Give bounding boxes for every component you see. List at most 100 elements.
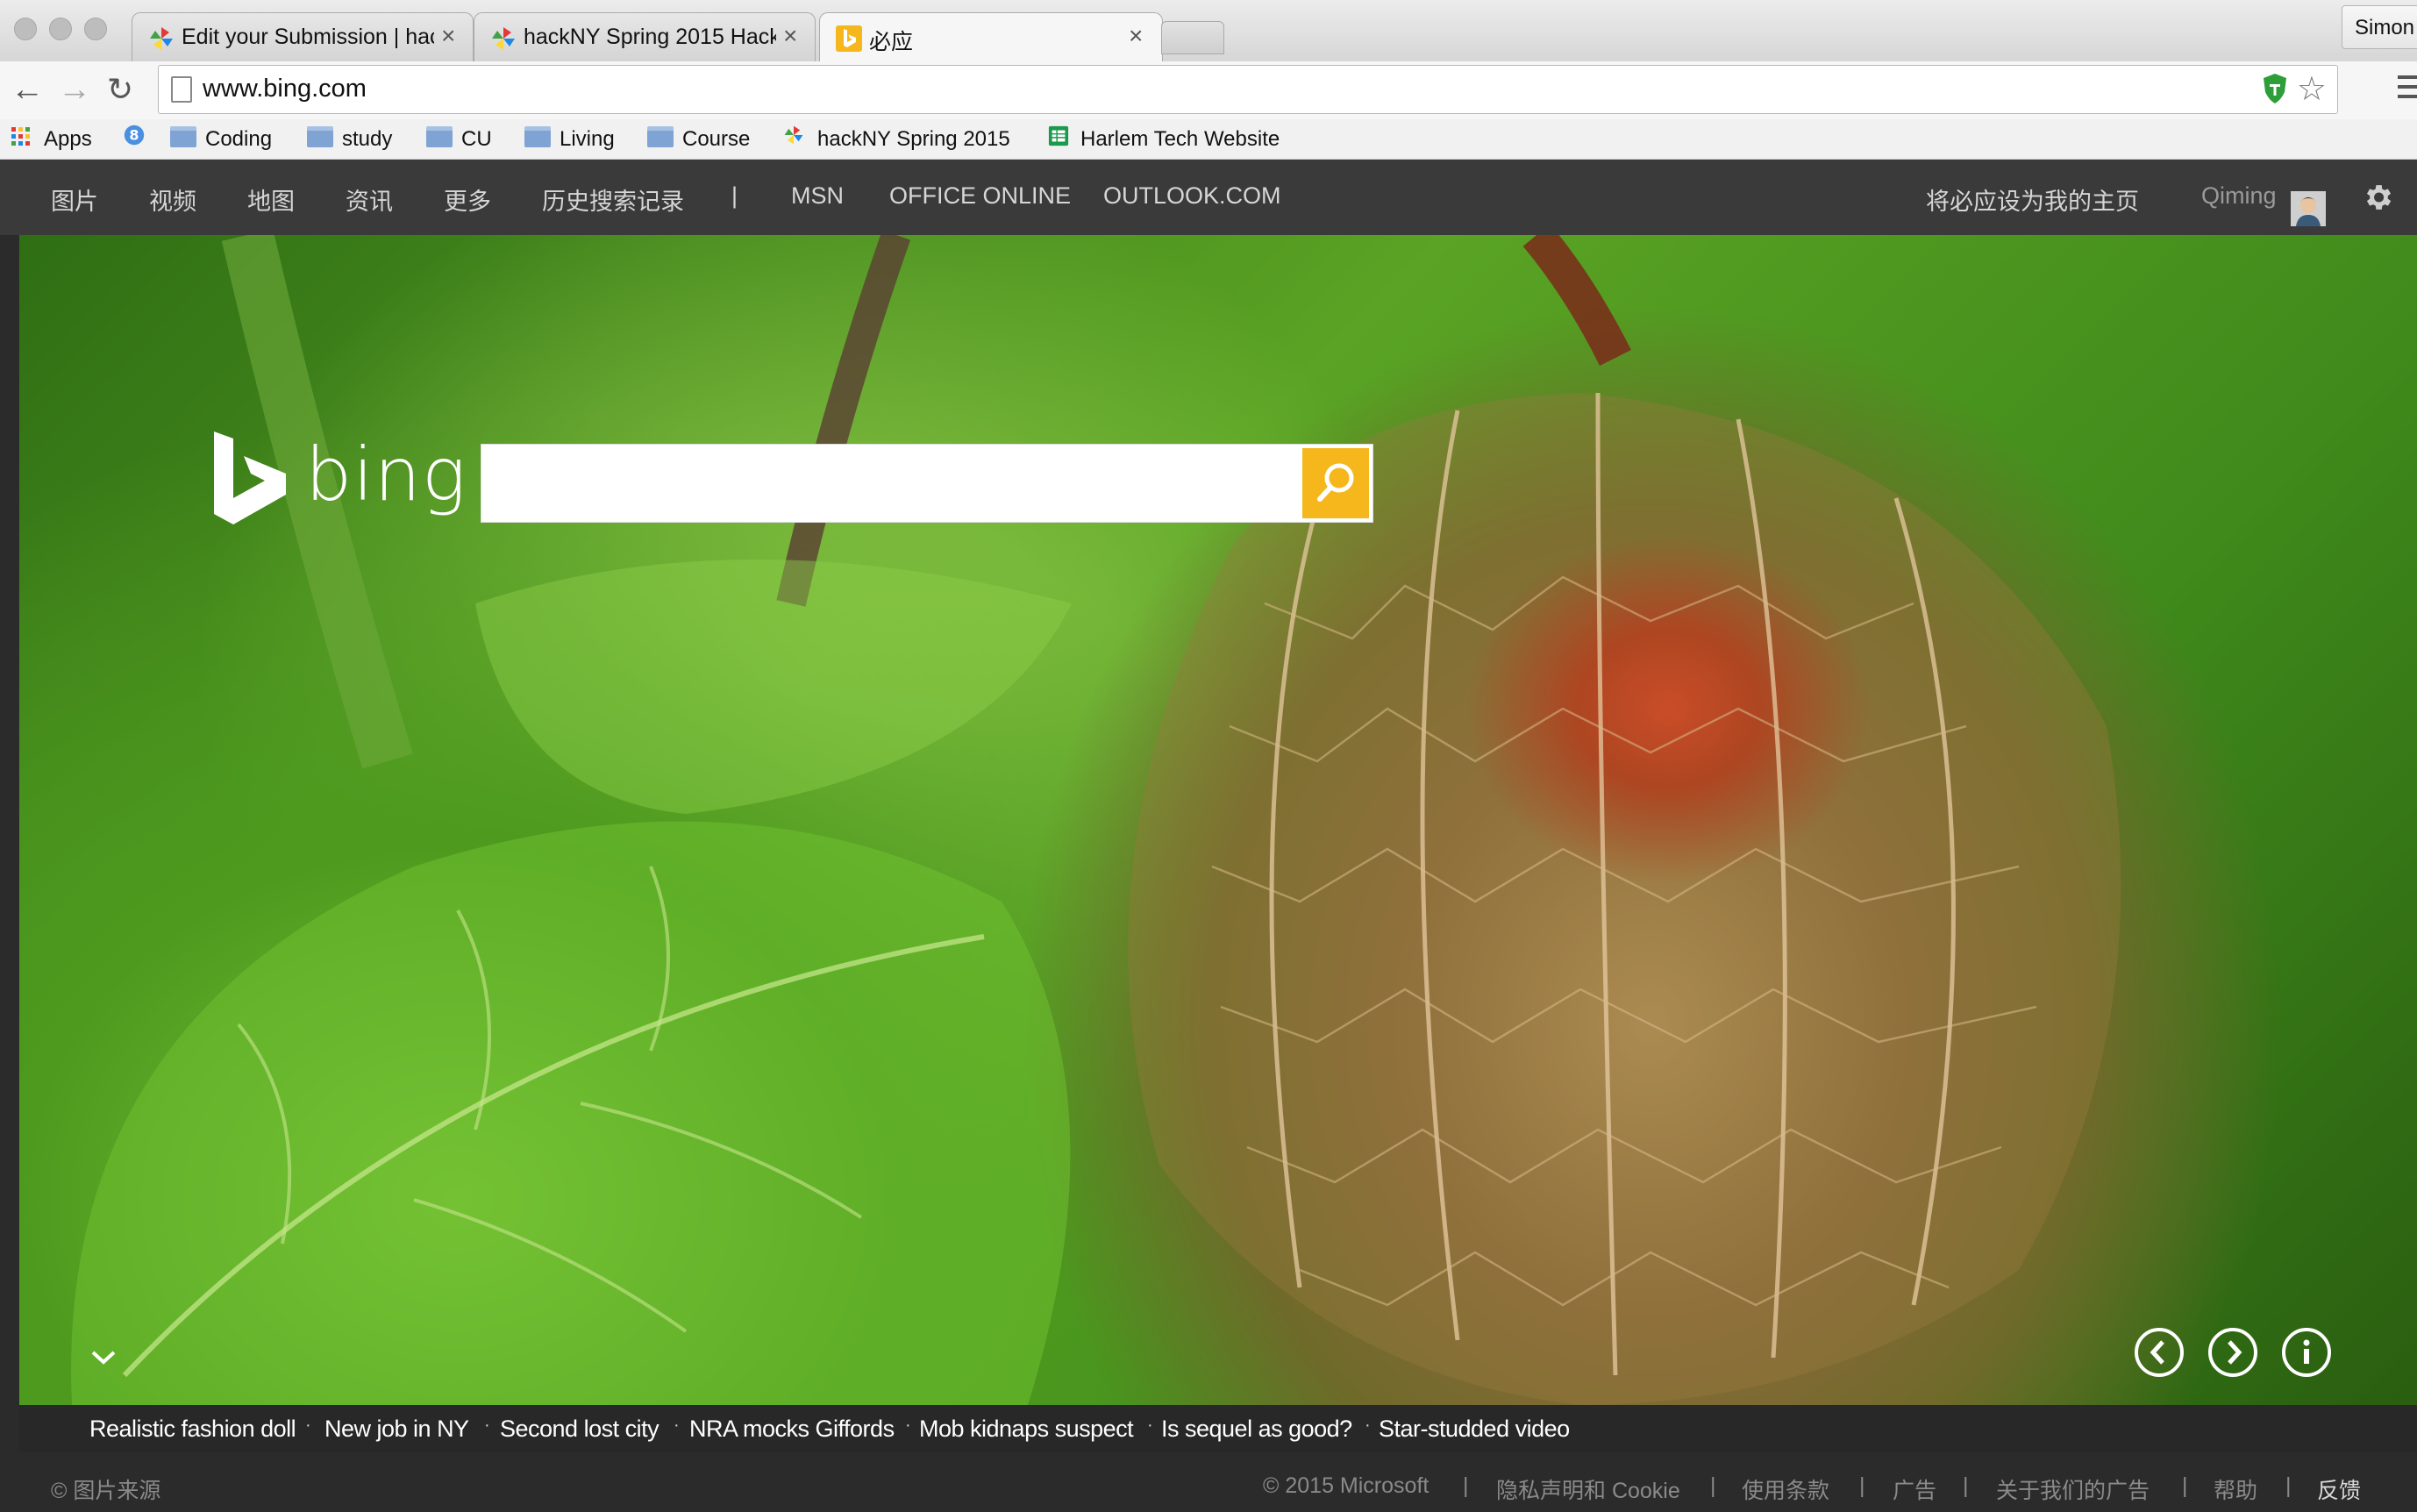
privacy-link[interactable]: 隐私声明和 Cookie bbox=[1496, 1473, 1680, 1505]
forward-arrow-icon[interactable]: → bbox=[58, 70, 91, 109]
separator-dot: · bbox=[1147, 1416, 1153, 1435]
folder-icon bbox=[647, 126, 674, 147]
folder-icon bbox=[426, 126, 453, 147]
info-icon bbox=[2303, 1339, 2310, 1364]
footer-separator: | bbox=[2285, 1473, 2292, 1498]
hackny-pinwheel-icon bbox=[150, 27, 173, 50]
background-image: bing bbox=[19, 235, 2417, 1405]
avatar[interactable] bbox=[2291, 191, 2326, 226]
back-arrow-icon[interactable]: ← bbox=[11, 70, 44, 109]
bing-wordmark: bing bbox=[305, 431, 467, 517]
browser-tab-strip: Edit your Submission | hac × hackNY Spri… bbox=[0, 0, 2417, 63]
terms-link[interactable]: 使用条款 bbox=[1742, 1473, 1829, 1505]
help-link[interactable]: 帮助 bbox=[2214, 1473, 2257, 1505]
image-info-button[interactable] bbox=[2282, 1328, 2331, 1377]
copyright: © 2015 Microsoft bbox=[1263, 1473, 1430, 1498]
tab-title: 必应 bbox=[869, 30, 914, 54]
address-bar[interactable]: www.bing.com ☆ bbox=[158, 65, 2338, 114]
bookmark-star-icon[interactable]: ☆ bbox=[2297, 69, 2327, 109]
bing-logo-icon bbox=[214, 431, 286, 524]
tab-close-icon[interactable]: × bbox=[1129, 22, 1143, 50]
window-zoom-button[interactable] bbox=[84, 18, 107, 40]
ads-link[interactable]: 广告 bbox=[1893, 1473, 1936, 1505]
gear-icon[interactable] bbox=[2361, 181, 2394, 214]
tab-title: hackNY Spring 2015 Hacka bbox=[524, 25, 776, 49]
tab-hackny[interactable]: hackNY Spring 2015 Hacka × bbox=[474, 12, 816, 61]
search-button[interactable] bbox=[1302, 448, 1369, 518]
hackny-pinwheel-icon bbox=[492, 27, 515, 50]
nav-more[interactable]: 更多 bbox=[444, 182, 491, 217]
chevron-left-icon bbox=[2150, 1340, 2164, 1365]
separator-dot: · bbox=[305, 1416, 311, 1435]
separator-dot: · bbox=[674, 1416, 680, 1435]
search-input[interactable] bbox=[481, 445, 1297, 522]
bookmark-label: Living bbox=[560, 127, 615, 151]
bing-favicon bbox=[836, 25, 862, 52]
user-name[interactable]: Qiming bbox=[2201, 182, 2277, 210]
nav-videos[interactable]: 视频 bbox=[149, 182, 196, 217]
link-outlook[interactable]: OUTLOOK.COM bbox=[1103, 182, 1281, 210]
tab-close-icon[interactable]: × bbox=[783, 22, 797, 50]
bookmark-label: Harlem Tech Website bbox=[1080, 127, 1280, 151]
bookmark-label: hackNY Spring 2015 bbox=[817, 127, 1010, 151]
svg-text:8: 8 bbox=[129, 127, 139, 144]
bing-logo[interactable]: bing bbox=[210, 430, 474, 526]
apps-grid-icon bbox=[11, 127, 30, 146]
chrome-menu-icon[interactable] bbox=[2398, 75, 2417, 104]
bing-header: 图片 视频 地图 资讯 更多 历史搜索记录 | MSN OFFICE ONLIN… bbox=[0, 160, 2417, 235]
nav-images[interactable]: 图片 bbox=[51, 182, 98, 217]
profile-button[interactable]: Simon bbox=[2342, 5, 2417, 49]
news-item[interactable]: Realistic fashion doll bbox=[89, 1416, 296, 1443]
next-image-button[interactable] bbox=[2208, 1328, 2257, 1377]
news-item[interactable]: Mob kidnaps suspect bbox=[919, 1416, 1134, 1443]
chevron-down-icon[interactable] bbox=[89, 1349, 118, 1366]
background-artwork bbox=[71, 235, 2121, 1405]
separator-dot: · bbox=[1365, 1416, 1371, 1435]
news-item[interactable]: NRA mocks Giffords bbox=[689, 1416, 895, 1443]
nav-separator: | bbox=[731, 182, 738, 209]
link-msn[interactable]: MSN bbox=[791, 182, 844, 210]
page-icon bbox=[171, 76, 192, 103]
separator-dot: · bbox=[905, 1416, 911, 1435]
news-item[interactable]: Is sequel as good? bbox=[1161, 1416, 1352, 1443]
footer: © 图片来源 © 2015 Microsoft | 隐私声明和 Cookie |… bbox=[0, 1452, 2417, 1512]
about-ads-link[interactable]: 关于我们的广告 bbox=[1996, 1473, 2150, 1505]
footer-separator: | bbox=[1963, 1473, 1969, 1498]
feedback-link[interactable]: 反馈 bbox=[2317, 1473, 2361, 1505]
news-strip: Realistic fashion doll · New job in NY ·… bbox=[19, 1405, 2417, 1452]
nav-news[interactable]: 资讯 bbox=[346, 182, 393, 217]
nav-maps[interactable]: 地图 bbox=[247, 182, 295, 217]
image-source-link[interactable]: © 图片来源 bbox=[51, 1473, 160, 1505]
url-text[interactable]: www.bing.com bbox=[203, 75, 367, 103]
tab-close-icon[interactable]: × bbox=[441, 22, 455, 50]
shield-extension-icon[interactable] bbox=[2262, 73, 2288, 104]
window-minimize-button[interactable] bbox=[49, 18, 72, 40]
footer-separator: | bbox=[1710, 1473, 1716, 1498]
blue-8-icon: 8 bbox=[124, 125, 145, 146]
browser-toolbar: ← → ↻ www.bing.com ☆ bbox=[0, 61, 2417, 119]
footer-separator: | bbox=[2182, 1473, 2188, 1498]
window-close-button[interactable] bbox=[14, 18, 37, 40]
bookmark-label: Course bbox=[682, 127, 751, 151]
bookmark-label: study bbox=[342, 127, 393, 151]
link-office-online[interactable]: OFFICE ONLINE bbox=[889, 182, 1071, 210]
folder-icon bbox=[307, 126, 333, 147]
footer-separator: | bbox=[1463, 1473, 1469, 1498]
bookmark-label: CU bbox=[461, 127, 492, 151]
news-item[interactable]: Star-studded video bbox=[1379, 1416, 1570, 1443]
news-item[interactable]: Second lost city bbox=[500, 1416, 660, 1443]
nav-search-history[interactable]: 历史搜索记录 bbox=[542, 182, 684, 217]
new-tab-button[interactable] bbox=[1161, 21, 1224, 54]
footer-separator: | bbox=[1859, 1473, 1865, 1498]
search-box bbox=[481, 444, 1373, 523]
tab-edit-submission[interactable]: Edit your Submission | hac × bbox=[132, 12, 474, 61]
tab-title: Edit your Submission | hac bbox=[182, 25, 434, 49]
bookmark-label: Coding bbox=[205, 127, 273, 151]
folder-icon bbox=[524, 126, 551, 147]
news-item[interactable]: New job in NY bbox=[324, 1416, 469, 1443]
tab-bing[interactable]: 必应 × bbox=[819, 12, 1163, 63]
chevron-right-icon bbox=[2228, 1340, 2242, 1365]
set-homepage-link[interactable]: 将必应设为我的主页 bbox=[1926, 182, 2139, 217]
previous-image-button[interactable] bbox=[2135, 1328, 2184, 1377]
reload-icon[interactable]: ↻ bbox=[107, 70, 133, 109]
